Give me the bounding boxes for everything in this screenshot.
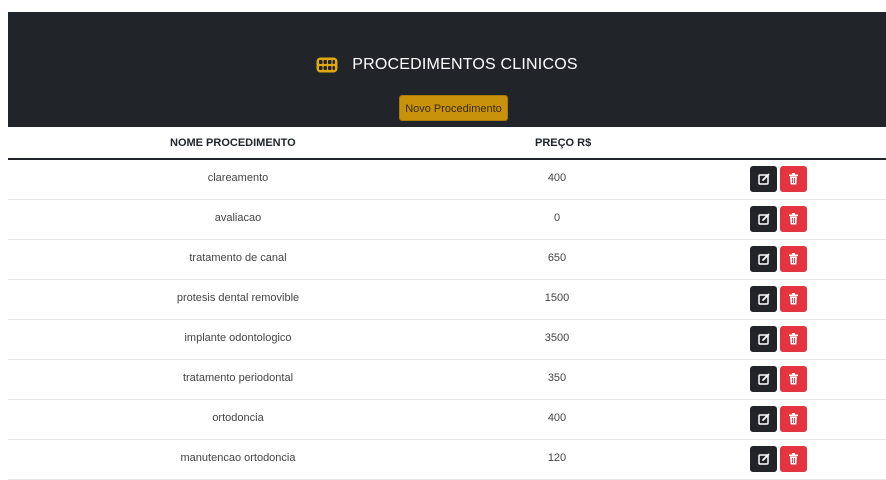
edit-icon [757, 333, 770, 345]
edit-icon [757, 373, 770, 385]
row-actions [750, 446, 807, 472]
trash-icon [788, 293, 799, 305]
trash-icon [788, 213, 799, 225]
row-actions [750, 206, 807, 232]
procedure-price: 400 [547, 172, 567, 184]
table-row: implante odontologico 3500 [8, 320, 886, 360]
row-actions [750, 406, 807, 432]
delete-button[interactable] [780, 166, 807, 192]
procedure-name: clareamento [207, 172, 269, 184]
trash-icon [788, 373, 799, 385]
edit-button[interactable] [750, 246, 777, 272]
column-header-price: PREÇO R$ [535, 137, 592, 149]
table-body: clareamento 400 avaliacao 0 tratamento de ca… [8, 160, 886, 480]
procedure-name: implante odontologico [184, 332, 292, 344]
edit-icon [757, 213, 770, 225]
table-row: clareamento 400 [8, 160, 886, 200]
delete-button[interactable] [780, 246, 807, 272]
table-row: tratamento de canal 650 [8, 240, 886, 280]
row-actions [750, 286, 807, 312]
procedure-price: 120 [547, 452, 567, 464]
procedure-name: tratamento de canal [189, 252, 287, 264]
trash-icon [788, 253, 799, 265]
row-actions [750, 326, 807, 352]
row-actions [750, 366, 807, 392]
edit-button[interactable] [750, 166, 777, 192]
trash-icon [788, 453, 799, 465]
edit-icon [757, 413, 770, 425]
procedure-price: 0 [553, 212, 561, 224]
table-header: NOME PROCEDIMENTO PREÇO R$ [8, 127, 886, 160]
delete-button[interactable] [780, 366, 807, 392]
procedure-name: ortodoncia [212, 412, 264, 424]
title-row: PROCEDIMENTOS CLINICOS [8, 56, 886, 74]
procedures-panel: PROCEDIMENTOS CLINICOS Novo Procedimento… [8, 12, 886, 480]
procedure-price: 650 [547, 252, 567, 264]
procedure-name: avaliacao [214, 212, 262, 224]
procedure-price: 350 [547, 372, 567, 384]
trash-icon [788, 413, 799, 425]
table-row: protesis dental removible 1500 [8, 280, 886, 320]
delete-button[interactable] [780, 206, 807, 232]
delete-button[interactable] [780, 286, 807, 312]
procedure-name: tratamento periodontal [182, 372, 294, 384]
teeth-icon [316, 57, 338, 73]
edit-button[interactable] [750, 286, 777, 312]
edit-icon [757, 293, 770, 305]
table-row: ortodoncia 400 [8, 400, 886, 440]
page-title: PROCEDIMENTOS CLINICOS [352, 56, 578, 73]
edit-icon [757, 253, 770, 265]
edit-button[interactable] [750, 366, 777, 392]
edit-button[interactable] [750, 326, 777, 352]
edit-button[interactable] [750, 206, 777, 232]
procedure-name: manutencao ortodoncia [180, 452, 296, 464]
table-row: avaliacao 0 [8, 200, 886, 240]
trash-icon [788, 173, 799, 185]
delete-button[interactable] [780, 326, 807, 352]
edit-button[interactable] [750, 446, 777, 472]
row-actions [750, 246, 807, 272]
table-row: tratamento periodontal 350 [8, 360, 886, 400]
procedure-price: 3500 [544, 332, 570, 344]
row-actions [750, 166, 807, 192]
procedure-name: protesis dental removible [176, 292, 300, 304]
table-row: manutencao ortodoncia 120 [8, 440, 886, 480]
column-header-name: NOME PROCEDIMENTO [170, 137, 296, 149]
procedure-price: 400 [547, 412, 567, 424]
edit-icon [757, 453, 770, 465]
delete-button[interactable] [780, 446, 807, 472]
edit-icon [757, 173, 770, 185]
trash-icon [788, 333, 799, 345]
delete-button[interactable] [780, 406, 807, 432]
procedure-price: 1500 [544, 292, 570, 304]
edit-button[interactable] [750, 406, 777, 432]
page-header: PROCEDIMENTOS CLINICOS Novo Procedimento [8, 12, 886, 127]
new-procedure-button[interactable]: Novo Procedimento [399, 95, 508, 121]
